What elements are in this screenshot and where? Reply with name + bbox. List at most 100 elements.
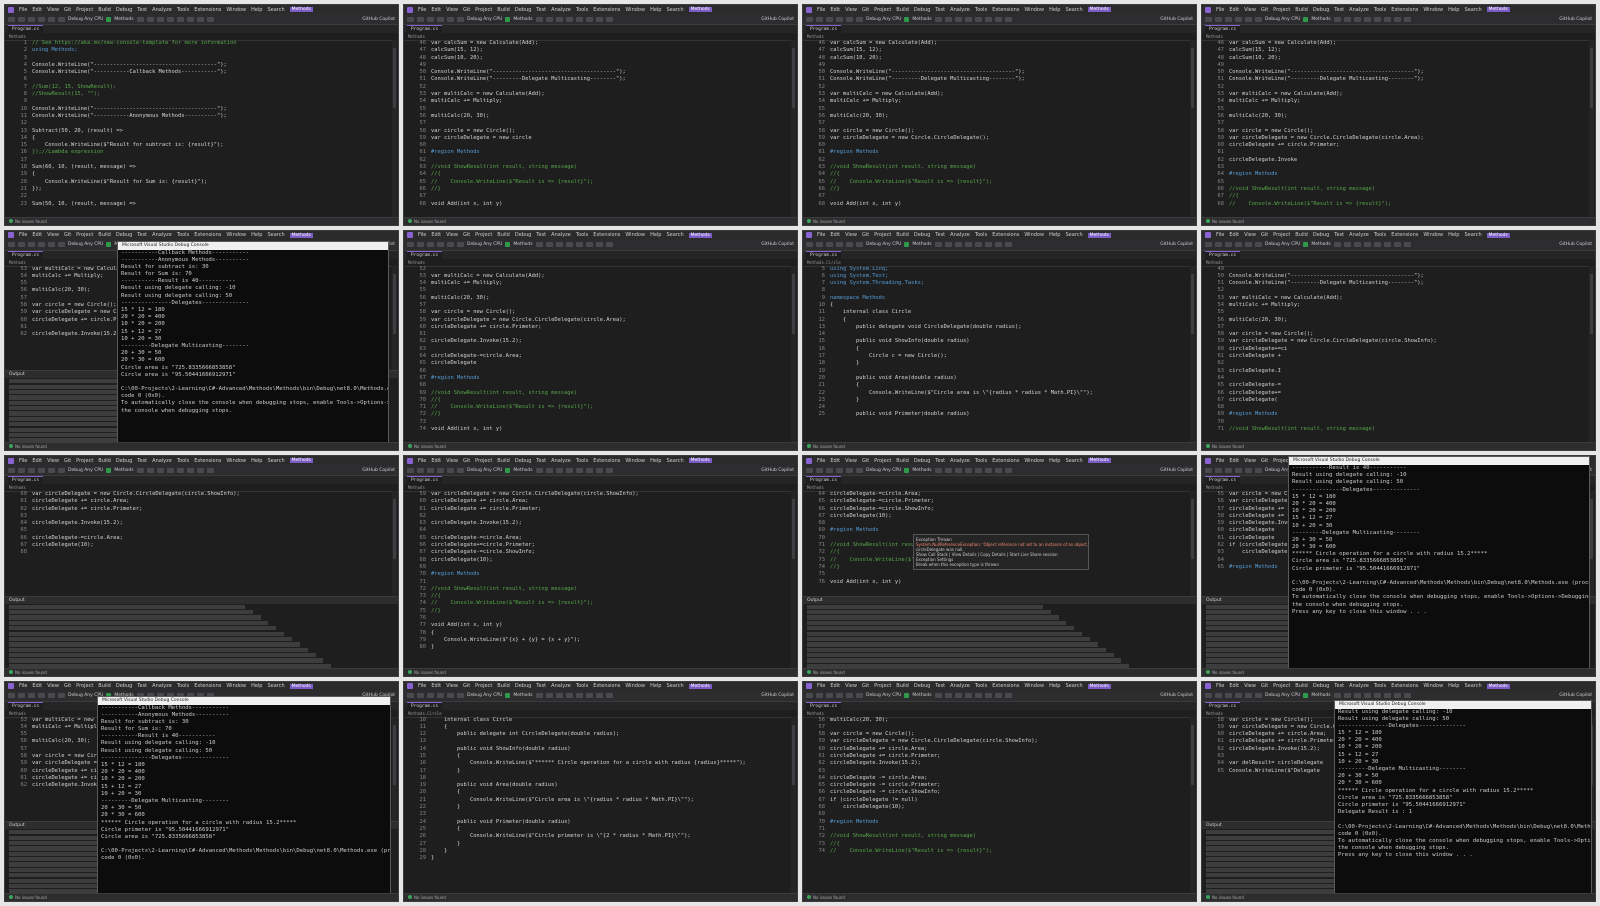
toolbar-button[interactable] [18, 16, 25, 22]
toolbar-button[interactable] [1255, 467, 1262, 473]
toolbar-button[interactable] [58, 467, 65, 473]
menu-item-extensions[interactable]: Extensions [1391, 683, 1418, 689]
menu-item-git[interactable]: Git [64, 232, 71, 238]
toolbar-button[interactable] [1225, 693, 1232, 698]
toolbar-button[interactable] [1215, 693, 1222, 698]
config-dropdown[interactable]: Debug Any CPU [866, 17, 901, 22]
toolbar-button[interactable] [585, 242, 593, 247]
menu-item-tools[interactable]: Tools [177, 232, 189, 238]
toolbar-button[interactable] [555, 242, 563, 247]
menu-item-help[interactable]: Help [1049, 7, 1060, 13]
menu-item-edit[interactable]: Edit [32, 683, 42, 689]
menu-item-debug[interactable]: Debug [116, 683, 132, 689]
tab-program-cs[interactable]: Program.cs [806, 25, 842, 33]
menu-item-window[interactable]: Window [1024, 683, 1044, 689]
vertical-scrollbar[interactable] [1190, 265, 1195, 442]
toolbar-button[interactable] [407, 467, 414, 473]
toolbar-button[interactable] [954, 693, 962, 698]
search-box[interactable]: Search [1065, 683, 1082, 689]
menu-item-project[interactable]: Project [874, 458, 891, 464]
menu-item-file[interactable]: File [19, 683, 27, 689]
menu-item-window[interactable]: Window [625, 232, 645, 238]
vertical-scrollbar[interactable] [1190, 716, 1195, 893]
scrollbar-thumb[interactable] [1191, 273, 1194, 334]
toolbar-button[interactable] [1215, 467, 1222, 473]
menu-item-git[interactable]: Git [1261, 232, 1268, 238]
menu-item-view[interactable]: View [1244, 232, 1256, 238]
scrollbar-thumb[interactable] [1191, 48, 1194, 108]
toolbar-button[interactable] [427, 242, 434, 247]
run-target-label[interactable]: Methods [912, 242, 931, 247]
menu-item-view[interactable]: View [845, 7, 857, 13]
menu-item-build[interactable]: Build [497, 458, 510, 464]
menu-item-debug[interactable]: Debug [1313, 7, 1329, 13]
toolbar-button[interactable] [944, 467, 952, 473]
toolbar-button[interactable] [206, 467, 214, 473]
menu-item-extensions[interactable]: Extensions [1391, 232, 1418, 238]
menu-item-edit[interactable]: Edit [32, 458, 42, 464]
toolbar-button[interactable] [826, 693, 833, 698]
menu-item-edit[interactable]: Edit [1229, 458, 1239, 464]
toolbar-button[interactable] [1235, 16, 1242, 22]
menu-item-project[interactable]: Project [1273, 7, 1290, 13]
toolbar-button[interactable] [156, 467, 164, 473]
toolbar-button[interactable] [836, 467, 843, 473]
menu-item-project[interactable]: Project [76, 458, 93, 464]
toolbar-button[interactable] [994, 16, 1002, 22]
toolbar-button[interactable] [48, 467, 55, 473]
toolbar-button[interactable] [964, 16, 972, 22]
copilot-button[interactable]: GitHub Copilot [362, 468, 395, 473]
search-box[interactable]: Search [1065, 232, 1082, 238]
toolbar-button[interactable] [575, 467, 583, 473]
menu-item-debug[interactable]: Debug [116, 458, 132, 464]
toolbar-button[interactable] [166, 467, 174, 473]
toolbar-button[interactable] [1343, 242, 1351, 247]
scrollbar-thumb[interactable] [1191, 724, 1194, 785]
vertical-scrollbar[interactable] [1589, 265, 1594, 442]
tab-program-cs[interactable]: Program.cs [1205, 25, 1241, 33]
scrollbar-thumb[interactable] [1590, 48, 1593, 108]
config-dropdown[interactable]: Debug Any CPU [1265, 17, 1300, 22]
search-box[interactable]: Search [666, 7, 683, 13]
menu-item-tools[interactable]: Tools [975, 683, 987, 689]
toolbar-button[interactable] [136, 467, 144, 473]
menu-item-project[interactable]: Project [1273, 683, 1290, 689]
menu-item-extensions[interactable]: Extensions [194, 683, 221, 689]
copilot-button[interactable]: GitHub Copilot [761, 242, 794, 247]
search-box[interactable]: Search [267, 683, 284, 689]
menu-item-window[interactable]: Window [1423, 7, 1443, 13]
toolbar-button[interactable] [994, 693, 1002, 698]
menu-item-view[interactable]: View [446, 232, 458, 238]
menu-item-help[interactable]: Help [650, 458, 661, 464]
copilot-button[interactable]: GitHub Copilot [1160, 242, 1193, 247]
code-editor[interactable]: 60 var circleDelegate = new Circle.Circle… [5, 491, 390, 596]
toolbar-button[interactable] [38, 693, 45, 698]
toolbar-button[interactable] [1205, 16, 1212, 22]
menu-item-extensions[interactable]: Extensions [194, 232, 221, 238]
toolbar-button[interactable] [555, 467, 563, 473]
menu-item-test[interactable]: Test [935, 7, 945, 13]
toolbar-button[interactable] [585, 693, 593, 698]
menu-item-debug[interactable]: Debug [1313, 232, 1329, 238]
menu-item-project[interactable]: Project [475, 7, 492, 13]
menu-item-debug[interactable]: Debug [116, 7, 132, 13]
menu-item-build[interactable]: Build [1295, 683, 1308, 689]
search-box[interactable]: Search [1065, 7, 1082, 13]
start-debugging-icon[interactable] [505, 467, 511, 473]
menu-item-extensions[interactable]: Extensions [593, 458, 620, 464]
toolbar-button[interactable] [964, 467, 972, 473]
menu-item-file[interactable]: File [19, 232, 27, 238]
menu-item-extensions[interactable]: Extensions [194, 458, 221, 464]
toolbar-button[interactable] [407, 16, 414, 22]
menu-item-help[interactable]: Help [251, 7, 262, 13]
menu-item-debug[interactable]: Debug [515, 7, 531, 13]
vertical-scrollbar[interactable] [791, 491, 796, 668]
start-debugging-icon[interactable] [1303, 16, 1309, 22]
menu-item-project[interactable]: Project [475, 683, 492, 689]
start-debugging-icon[interactable] [904, 242, 910, 247]
toolbar-button[interactable] [954, 16, 962, 22]
menu-item-test[interactable]: Test [536, 232, 546, 238]
menu-item-build[interactable]: Build [98, 7, 111, 13]
menu-item-view[interactable]: View [1244, 683, 1256, 689]
copilot-button[interactable]: GitHub Copilot [1559, 693, 1592, 698]
